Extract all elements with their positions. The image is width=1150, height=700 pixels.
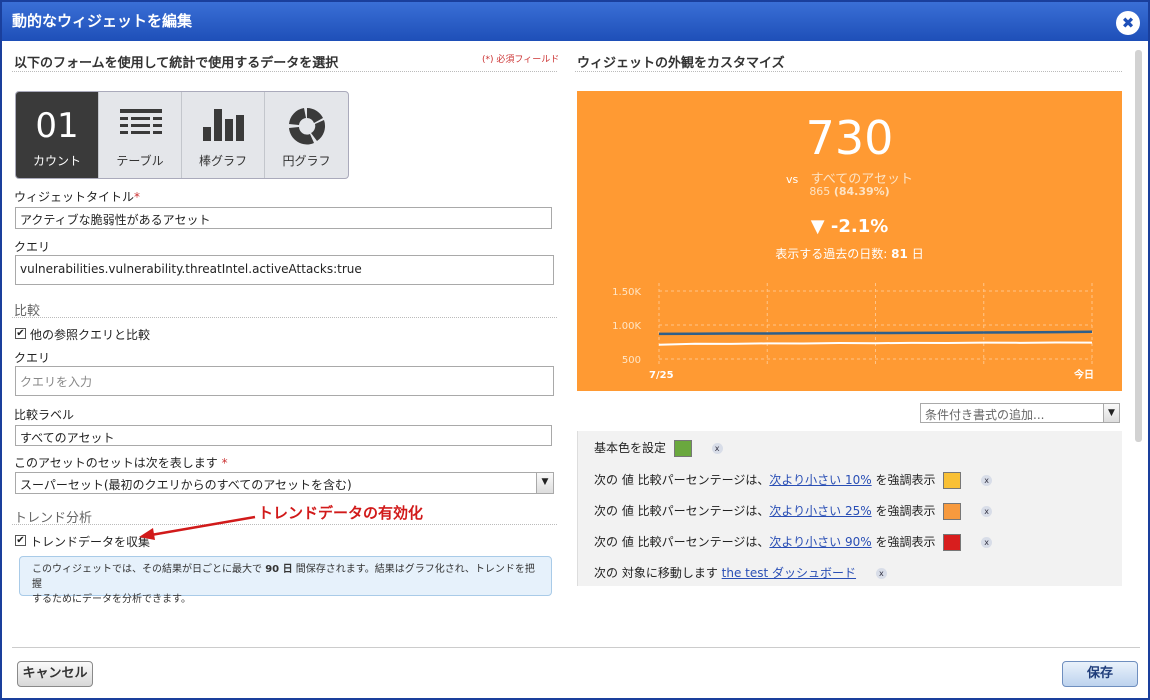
rule-condition-link[interactable]: 次より小さい 10%: [769, 473, 871, 487]
color-swatch[interactable]: [943, 534, 962, 551]
tab-table[interactable]: テーブル: [99, 92, 182, 178]
rule-navigate: 次の 対象に移動します the test ダッシュボード x: [594, 564, 887, 581]
color-swatch[interactable]: [673, 440, 692, 457]
compare-checkbox[interactable]: ✔: [15, 328, 26, 339]
widget-type-selector: 01 カウント テーブル 棒グラフ 円グラフ: [15, 91, 349, 179]
tab-bar-chart-label: 棒グラフ: [198, 154, 247, 168]
compare-label-label: 比較ラベル: [14, 408, 75, 422]
rule-base-color: 基本色を設定 x: [594, 439, 723, 457]
title-bar: 動的なウィジェットを編集 ✖: [2, 2, 1148, 41]
cancel-button[interactable]: キャンセル: [17, 661, 93, 687]
query-input[interactable]: vulnerabilities.vulnerability.threatInte…: [15, 255, 554, 285]
rule-highlight-25: 次の 値 比較パーセンテージは、次より小さい 25% を強調表示 x: [594, 502, 993, 520]
rule-highlight-10: 次の 値 比較パーセンテージは、次より小さい 10% を強調表示 x: [594, 471, 993, 489]
y-tick-label: 500: [622, 355, 641, 366]
remove-icon[interactable]: x: [981, 475, 993, 486]
compare-query-input[interactable]: クエリを入力: [15, 366, 554, 396]
conditional-format-placeholder: 条件付き書式の追加...: [925, 408, 1045, 422]
scrollbar[interactable]: [1135, 50, 1142, 442]
remove-icon[interactable]: x: [981, 506, 993, 517]
compare-label-input[interactable]: すべてのアセット: [15, 425, 552, 446]
tab-pie-chart[interactable]: 円グラフ: [265, 92, 348, 178]
rule-highlight-90: 次の 値 比較パーセンテージは、次より小さい 90% を強調表示 x: [594, 533, 993, 551]
required-field-note: (*) 必須フィールド: [482, 55, 560, 65]
dialog-title: 動的なウィジェットを編集: [12, 12, 193, 30]
chevron-down-icon: ▼: [536, 473, 553, 493]
bar-chart-icon: [203, 109, 244, 141]
conditional-format-select[interactable]: 条件付き書式の追加... ▼: [920, 403, 1120, 423]
left-section-title: 以下のフォームを使用して統計で使用するデータを選択: [14, 56, 339, 71]
edit-widget-dialog: 動的なウィジェットを編集 ✖ 以下のフォームを使用して統計で使用するデータを選択…: [0, 0, 1150, 700]
pie-chart-icon: [289, 108, 326, 145]
y-tick-label: 1.50K: [612, 287, 641, 298]
annotation-arrow-icon: [139, 515, 256, 540]
tab-count-label: カウント: [32, 154, 81, 168]
color-swatch[interactable]: [943, 472, 962, 489]
right-section-title: ウィジェットの外観をカスタマイズ: [577, 56, 785, 71]
query-label: クエリ: [14, 240, 51, 254]
tab-table-label: テーブル: [116, 154, 164, 168]
close-icon[interactable]: ✖: [1116, 11, 1140, 35]
chevron-down-icon: ▼: [1103, 404, 1119, 422]
formatting-rules: 基本色を設定 x 次の 値 比較パーセンテージは、次より小さい 10% を強調表…: [577, 431, 1122, 586]
remove-icon[interactable]: x: [981, 537, 993, 548]
rule-condition-link[interactable]: 次より小さい 25%: [769, 504, 871, 518]
trend-checkbox-label: トレンドデータを収集: [30, 535, 151, 549]
remove-icon[interactable]: x: [875, 568, 887, 579]
color-swatch[interactable]: [943, 503, 962, 520]
asset-set-value: スーパーセット(最初のクエリからのすべてのアセットを含む): [20, 478, 352, 492]
table-icon: [120, 109, 162, 134]
save-button[interactable]: 保存: [1062, 661, 1138, 687]
compare-query-label: クエリ: [14, 351, 51, 365]
x-tick-label: 今日: [1073, 368, 1094, 381]
divider: [12, 317, 557, 318]
widget-preview: 730 vs すべてのアセット 865 (84.39%) ▼ -2.1% 表示す…: [577, 91, 1122, 391]
widget-title-label: ウィジェットタイトル*: [14, 190, 141, 204]
trend-checkbox[interactable]: ✔: [15, 535, 26, 546]
divider: [575, 71, 1122, 72]
tab-count[interactable]: 01 カウント: [16, 92, 99, 178]
rule-condition-link[interactable]: 次より小さい 90%: [769, 535, 871, 549]
footer-divider: [12, 647, 1140, 648]
dashboard-link[interactable]: the test ダッシュボード: [722, 566, 856, 580]
y-tick-label: 1.00K: [612, 321, 641, 332]
trend-info-box: このウィジェットでは、その結果が日ごとに最大で 90 日 間保存されます。結果は…: [19, 556, 552, 605]
count-01-icon: 01: [35, 106, 79, 146]
series-line-0: [658, 330, 1093, 336]
widget-title-input[interactable]: アクティブな脆弱性があるアセット: [15, 207, 552, 229]
divider: [12, 71, 557, 72]
tab-pie-chart-label: 円グラフ: [282, 154, 331, 168]
x-tick-label: 7/25: [649, 370, 674, 381]
tab-bar-chart[interactable]: 棒グラフ: [182, 92, 265, 178]
asset-set-select[interactable]: スーパーセット(最初のクエリからのすべてのアセットを含む) ▼: [15, 472, 554, 494]
trend-annotation: トレンドデータの有効化: [258, 504, 424, 522]
divider: [12, 524, 557, 525]
remove-icon[interactable]: x: [711, 443, 723, 454]
trend-chart: 1.50K 1.00K 500 7/25 今日: [612, 283, 1094, 381]
compare-checkbox-label: 他の参照クエリと比較: [30, 328, 151, 342]
asset-set-label: このアセットのセットは次を表します *: [14, 456, 228, 470]
